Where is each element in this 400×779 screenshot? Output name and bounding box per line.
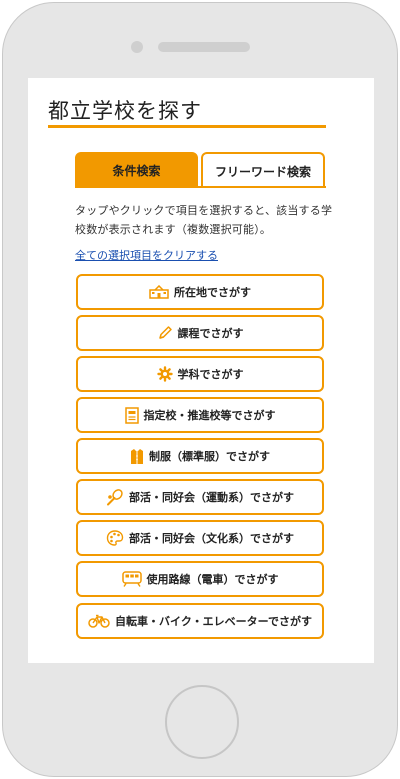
search-by-sports-club-button[interactable]: 部活・同好会（運動系）でさがす [76, 479, 324, 515]
instruction-text: タップやクリックで項目を選択すると、該当する学校数が表示されます（複数選択可能）… [75, 204, 333, 236]
search-by-train-line-button[interactable]: 使用路線（電車）でさがす [76, 561, 324, 597]
tab-freeword-search[interactable]: フリーワード検索 [201, 152, 325, 188]
paint-palette-icon [106, 529, 124, 547]
button-label: 制服（標準服）でさがす [149, 450, 270, 463]
button-label: 使用路線（電車）でさがす [146, 573, 279, 586]
document-icon [124, 406, 139, 424]
school-building-icon [149, 285, 169, 299]
search-by-location-button[interactable]: 所在地でさがす [76, 274, 324, 310]
clear-selection-link[interactable]: 全ての選択項目をクリアする [75, 247, 218, 263]
tab-condition-search[interactable]: 条件検索 [75, 152, 198, 188]
uniform-icon [130, 448, 144, 465]
gear-icon [156, 366, 173, 382]
search-by-culture-club-button[interactable]: 部活・同好会（文化系）でさがす [76, 520, 324, 556]
search-by-department-button[interactable]: 学科でさがす [76, 356, 324, 392]
search-by-course-button[interactable]: 課程でさがす [76, 315, 324, 351]
train-icon [121, 571, 142, 587]
front-camera [131, 41, 143, 53]
bicycle-icon [88, 614, 110, 628]
button-label: 課程でさがす [177, 327, 244, 340]
racket-ball-icon [106, 488, 124, 506]
search-by-designated-school-button[interactable]: 指定校・推進校等でさがす [76, 397, 324, 433]
button-label: 部活・同好会（文化系）でさがす [129, 532, 294, 545]
button-label: 所在地でさがす [174, 286, 251, 299]
button-label: 自転車・バイク・エレベーターでさがす [115, 615, 312, 628]
button-label: 指定校・推進校等でさがす [143, 409, 276, 422]
title-underline [48, 125, 326, 128]
home-button[interactable] [165, 685, 239, 759]
pencil-icon [157, 325, 173, 341]
button-label: 学科でさがす [177, 368, 244, 381]
search-by-bicycle-button[interactable]: 自転車・バイク・エレベーターでさがす [76, 603, 324, 639]
page-title: 都立学校を探す [48, 99, 202, 123]
search-by-uniform-button[interactable]: 制服（標準服）でさがす [76, 438, 324, 474]
tab-underline [75, 186, 326, 188]
speaker-slot [158, 42, 250, 52]
button-label: 部活・同好会（運動系）でさがす [129, 491, 294, 504]
